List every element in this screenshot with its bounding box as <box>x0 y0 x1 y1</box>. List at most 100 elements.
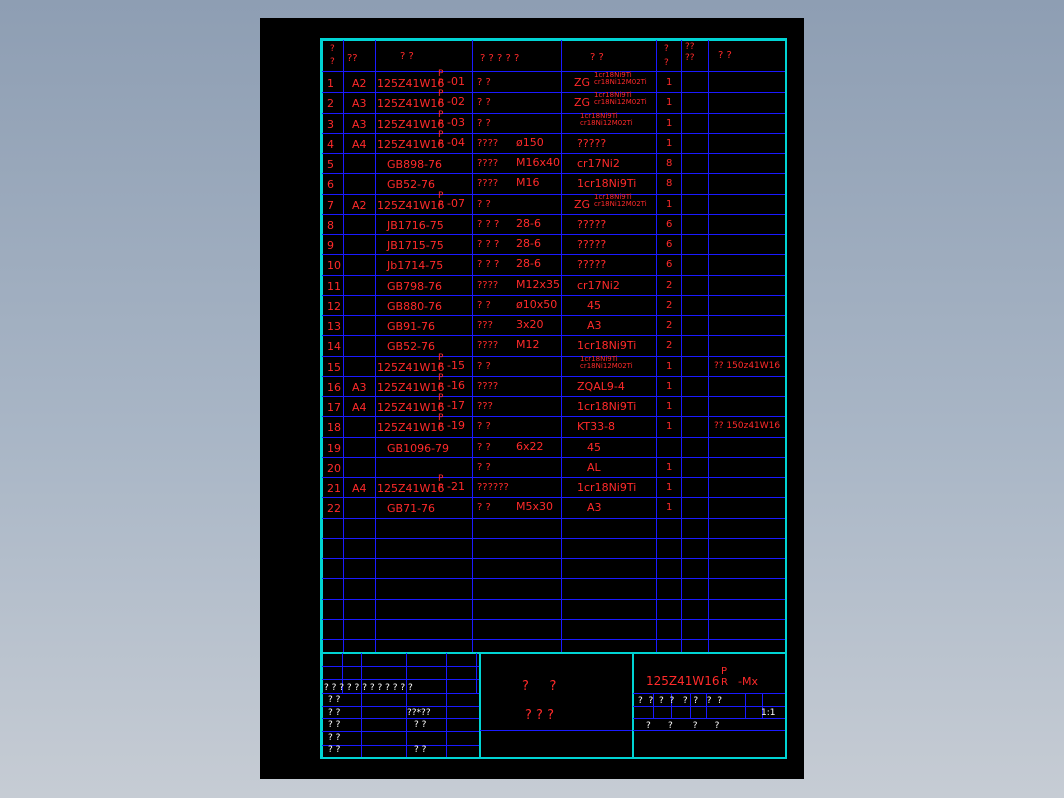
row-code: 125Z41W16 <box>377 97 445 110</box>
grid-line-h <box>322 666 479 667</box>
grid-line-h <box>322 578 785 579</box>
row-code-r: R <box>438 382 445 392</box>
grid-line-v <box>446 693 447 757</box>
grid-line-v <box>375 40 376 652</box>
row-qty: 1 <box>666 401 673 412</box>
tb-left-row-1: ? ? <box>328 695 341 705</box>
row-name: ??? <box>477 320 493 331</box>
row-name: ? ? ? <box>477 219 500 230</box>
row-material: 1cr18Ni9Ti <box>577 339 637 352</box>
row-code-suffix: -15 <box>447 359 465 372</box>
row-code-r: R <box>438 78 445 88</box>
row-number: 18 <box>327 421 341 434</box>
grid-line-v <box>479 653 481 757</box>
row-spec: 28-6 <box>516 257 541 270</box>
row-number: 6 <box>327 178 334 191</box>
grid-line-h <box>322 718 479 719</box>
row-remark: ?? 150z41W16 <box>714 361 781 371</box>
row-material: ZG <box>574 96 591 109</box>
grid-line-h <box>322 437 785 438</box>
row-zone: A3 <box>352 97 367 110</box>
grid-line-h <box>322 234 785 235</box>
row-name: ? ? <box>477 199 491 210</box>
row-number: 3 <box>327 118 334 131</box>
row-code-r: R <box>438 139 445 149</box>
grid-line-h <box>322 477 785 478</box>
drawing-title-line-1: ? ? <box>522 679 557 694</box>
grid-line-h <box>322 214 785 215</box>
grid-line-h <box>322 194 785 195</box>
grid-line-v <box>476 653 477 693</box>
row-material: ????? <box>577 258 607 271</box>
row-name: ???? <box>477 280 499 291</box>
row-code-r: R <box>438 98 445 108</box>
grid-line-v <box>343 40 344 652</box>
row-number: 22 <box>327 502 341 515</box>
row-name: ? ? <box>477 118 491 129</box>
row-name: ? ? <box>477 421 491 432</box>
row-material: cr17Ni2 <box>577 279 620 292</box>
row-name: ???? <box>477 158 499 169</box>
row-material: cr17Ni2 <box>577 157 620 170</box>
row-spec: M5x30 <box>516 500 553 513</box>
grid-line-h <box>322 693 479 694</box>
drawing-title-line-2: ? ? ? <box>525 708 554 723</box>
tb-left-row-3: ? ? <box>328 720 341 730</box>
row-qty: 2 <box>666 340 673 351</box>
row-number: 11 <box>327 280 341 293</box>
row-material-sub-2: cr18Ni12M02Ti <box>594 200 647 208</box>
row-code: 125Z41W16 <box>377 77 445 90</box>
row-zone: A4 <box>352 401 367 414</box>
grid-line-h <box>322 558 785 559</box>
row-code-suffix: -17 <box>447 399 465 412</box>
row-code-r: R <box>438 402 445 412</box>
row-qty: 1 <box>666 381 673 392</box>
row-number: 15 <box>327 361 341 374</box>
row-code: 125Z41W16 <box>377 381 445 394</box>
row-qty: 1 <box>666 97 673 108</box>
grid-line-h <box>322 173 785 174</box>
row-qty: 2 <box>666 280 673 291</box>
grid-line-h <box>322 679 479 680</box>
row-qty: 8 <box>666 178 673 189</box>
row-material: ZG <box>574 198 591 211</box>
row-qty: 8 <box>666 158 673 169</box>
row-number: 16 <box>327 381 341 394</box>
revision-header: ? ? ? ? ? ? ? ? ? ? ? ? <box>324 683 413 693</box>
row-name: ???? <box>477 138 499 149</box>
row-zone: A4 <box>352 138 367 151</box>
grid-line-h <box>322 619 785 620</box>
row-number: 4 <box>327 138 334 151</box>
row-material-sub-2: cr18Ni12M02Ti <box>594 78 647 86</box>
grid-line-h <box>322 396 785 397</box>
row-code: JB1716-75 <box>387 219 444 232</box>
row-number: 17 <box>327 401 341 414</box>
row-code-r: R <box>438 200 445 210</box>
row-qty: 1 <box>666 421 673 432</box>
grid-line-h <box>322 706 479 707</box>
row-material: ????? <box>577 238 607 251</box>
row-spec: M16 <box>516 176 540 189</box>
row-code: 125Z41W16 <box>377 199 445 212</box>
grid-line-h <box>322 731 479 732</box>
grid-line-v <box>446 653 447 693</box>
row-qty: 1 <box>666 361 673 372</box>
grid-line-h <box>322 92 785 93</box>
grid-line-h <box>322 518 785 519</box>
row-qty: 1 <box>666 77 673 88</box>
row-material: 1cr18Ni9Ti <box>577 177 637 190</box>
row-code-suffix: -19 <box>447 419 465 432</box>
row-number: 12 <box>327 300 341 313</box>
row-qty: 6 <box>666 219 673 230</box>
row-spec: ø150 <box>516 136 544 149</box>
row-code: 125Z41W16 <box>377 421 445 434</box>
row-name: ???? <box>477 381 499 392</box>
row-qty: 1 <box>666 502 673 513</box>
grid-line-v <box>406 693 407 757</box>
row-qty: 1 <box>666 199 673 210</box>
row-name: ? ? <box>477 361 491 372</box>
row-name: ?????? <box>477 482 509 493</box>
row-name: ? ? <box>477 77 491 88</box>
grid-line-h <box>322 376 785 377</box>
grid-line-h <box>322 416 785 417</box>
